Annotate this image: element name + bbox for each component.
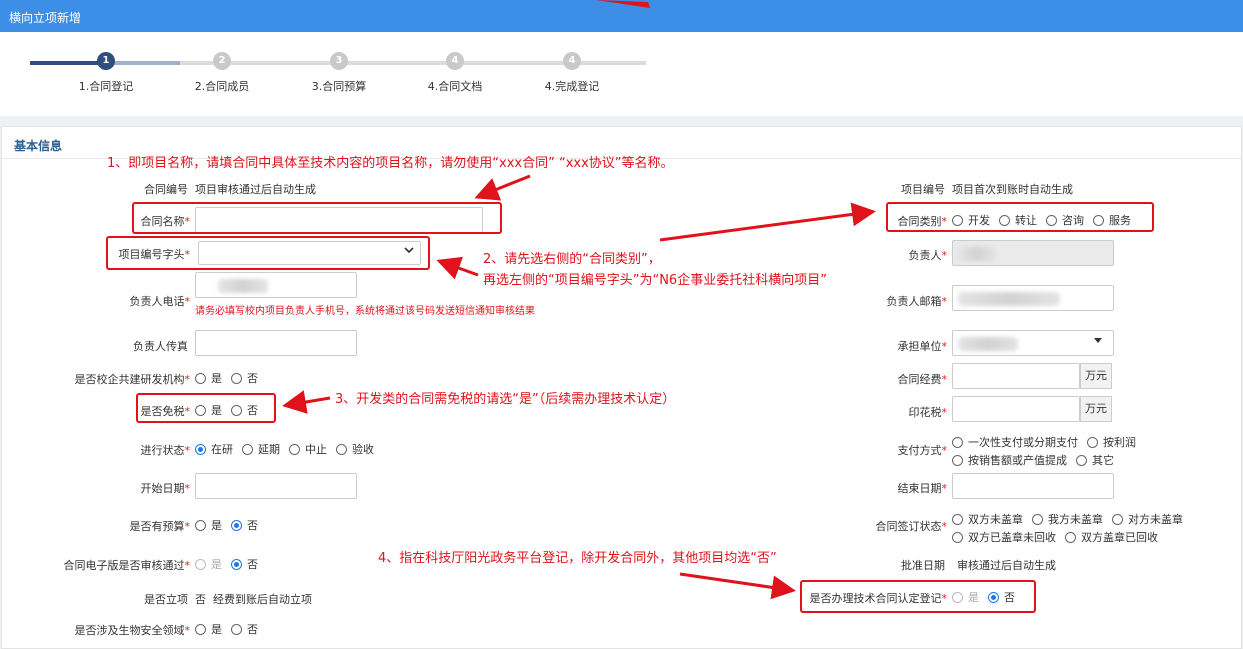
arrow-to-project-prefix — [436, 256, 479, 280]
top-arrow-fragment — [596, 0, 650, 8]
arrow-to-tech-reg — [679, 572, 796, 600]
arrow-to-contract-name — [474, 174, 531, 201]
arrow-to-contract-type — [659, 202, 876, 242]
arrow-to-tax-free — [282, 390, 331, 414]
annotation-arrows — [282, 0, 876, 600]
